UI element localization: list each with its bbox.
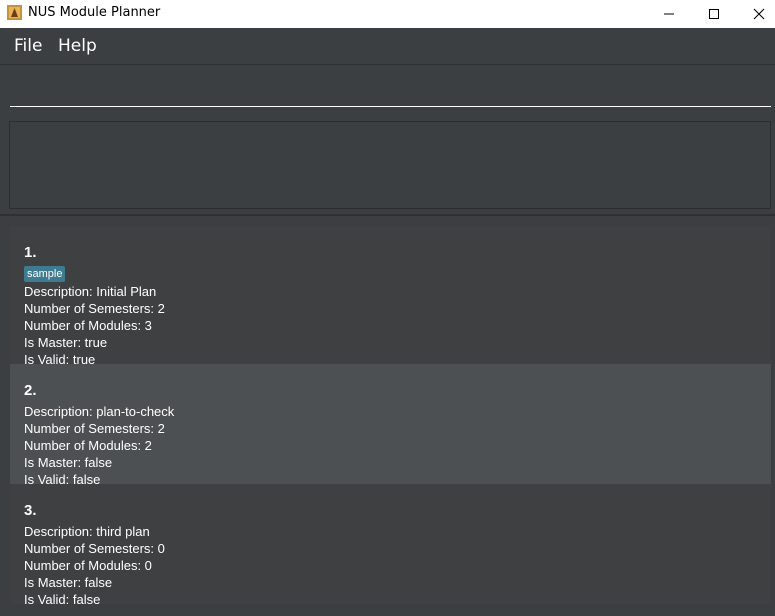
plan-card[interactable]: 1. sample Description: Initial Plan Numb… [10, 226, 771, 367]
plan-is-master: Is Master: false [24, 575, 113, 590]
plan-modules: Number of Modules: 3 [24, 318, 152, 333]
plan-semesters: Number of Semesters: 2 [24, 301, 165, 316]
app-icon [7, 5, 22, 20]
window-title: NUS Module Planner [28, 5, 161, 20]
menu-file[interactable]: File [14, 35, 42, 57]
menu-bar: File Help [0, 28, 775, 65]
title-bar: NUS Module Planner [0, 0, 775, 28]
plan-semesters: Number of Semesters: 2 [24, 421, 165, 436]
plan-modules: Number of Modules: 2 [24, 438, 152, 453]
plan-description: Description: plan-to-check [24, 404, 175, 419]
command-box [0, 65, 775, 113]
plan-is-master: Is Master: true [24, 335, 108, 350]
maximize-icon [708, 9, 719, 19]
app-window: NUS Module Planner File Help 1. sample D… [0, 0, 775, 616]
plan-description: Description: third plan [24, 524, 150, 539]
plan-index: 3. [24, 502, 37, 519]
plan-index: 2. [24, 382, 37, 399]
minimize-button[interactable] [646, 0, 691, 28]
plan-list[interactable]: 1. sample Description: Initial Plan Numb… [0, 216, 775, 616]
plan-is-master: Is Master: false [24, 455, 113, 470]
close-button[interactable] [736, 0, 775, 28]
menu-help[interactable]: Help [58, 35, 97, 57]
plan-card[interactable]: 2. Description: plan-to-check Number of … [10, 364, 771, 487]
plan-card[interactable]: 3. Description: third plan Number of Sem… [10, 484, 771, 607]
plan-tag: sample [24, 266, 66, 282]
close-icon [753, 8, 764, 20]
result-display[interactable] [9, 121, 771, 209]
plan-index: 1. [24, 244, 37, 261]
plan-description: Description: Initial Plan [24, 284, 157, 299]
command-input[interactable] [10, 69, 771, 107]
maximize-button[interactable] [691, 0, 736, 28]
plan-is-valid: Is Valid: false [24, 592, 101, 607]
plan-semesters: Number of Semesters: 0 [24, 541, 165, 556]
plan-modules: Number of Modules: 0 [24, 558, 152, 573]
minimize-icon [663, 13, 674, 15]
